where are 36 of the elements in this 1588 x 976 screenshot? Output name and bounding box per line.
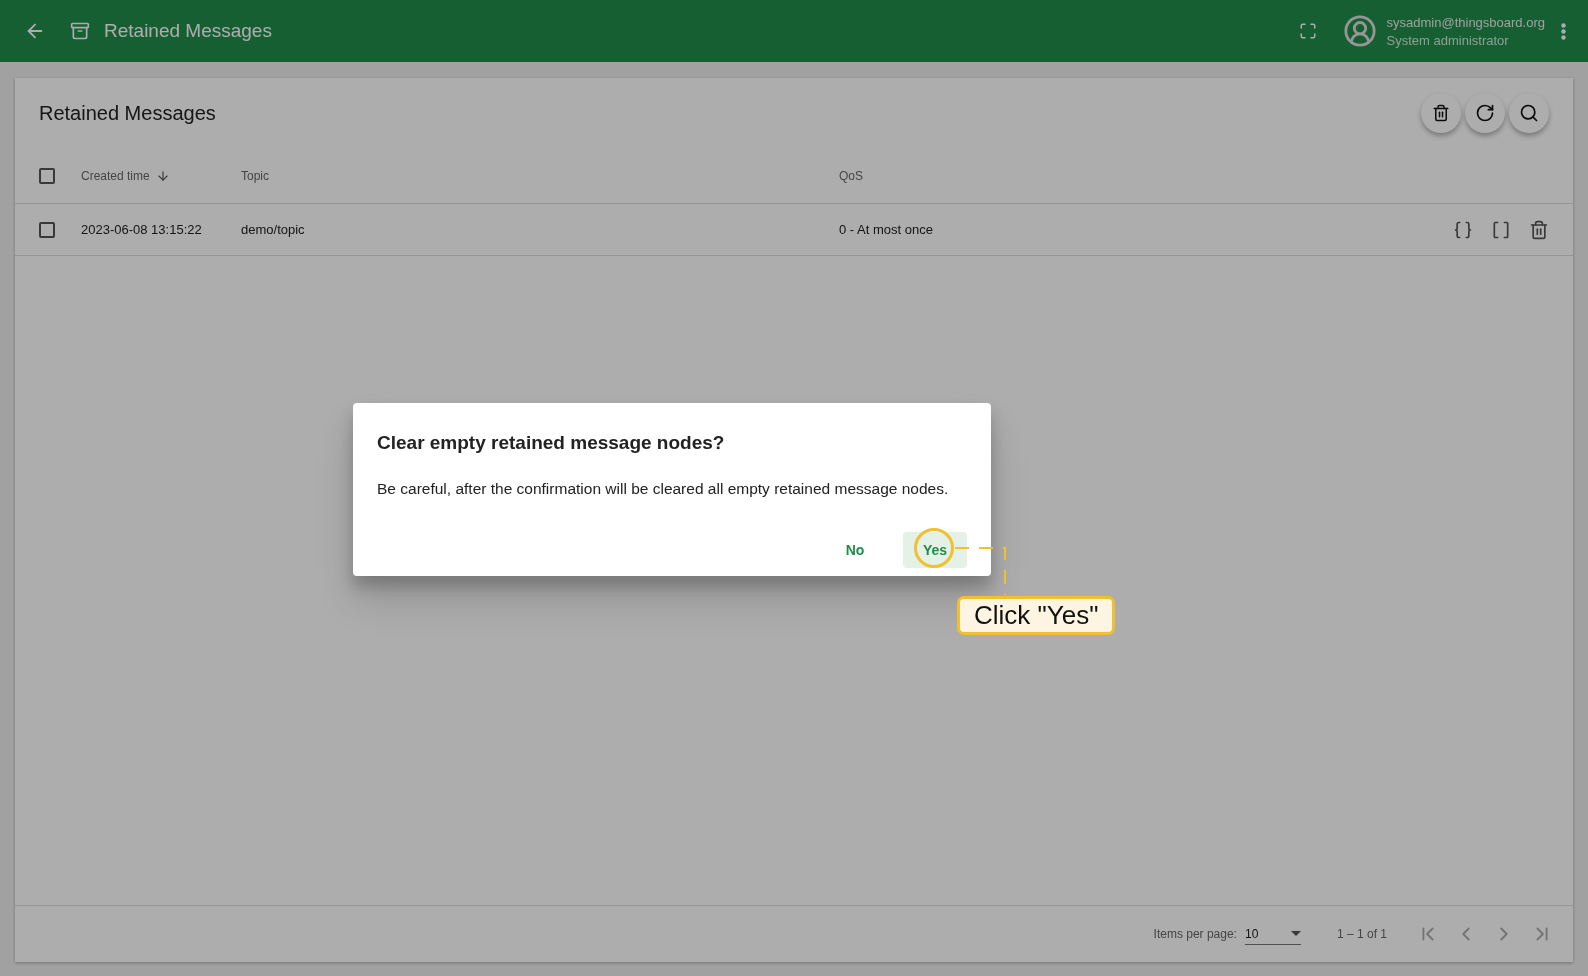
fullscreen-button[interactable] xyxy=(1298,22,1317,40)
more-menu-button[interactable] xyxy=(1561,22,1566,40)
clear-empty-button[interactable] xyxy=(1421,93,1461,133)
table-cell: demo/topic xyxy=(241,222,305,237)
search-button[interactable] xyxy=(1509,93,1549,133)
braces-button[interactable] xyxy=(1453,219,1473,240)
page-title: Retained Messages xyxy=(104,20,272,42)
refresh-icon xyxy=(1475,103,1495,123)
highlight-ring xyxy=(914,528,954,568)
items-per-page-label: Items per page: xyxy=(1153,927,1237,941)
table-cell: 2023-06-08 13:15:22 xyxy=(81,222,202,237)
column-header[interactable]: QoS xyxy=(839,168,863,183)
dialog-button[interactable]: Yes xyxy=(903,532,967,568)
user-role: System administrator xyxy=(1386,32,1510,48)
search-icon xyxy=(1519,103,1539,123)
leader-line xyxy=(955,545,1007,597)
dialog-button[interactable]: No xyxy=(823,532,887,568)
page-size-select[interactable]: 10 xyxy=(1244,923,1301,945)
user-email: sysadmin@thingsboard.org xyxy=(1386,14,1545,30)
dialog-message: Be careful, after the confirmation will be cleared all empty retained message nodes. xyxy=(377,480,950,498)
row-checkbox[interactable] xyxy=(39,221,55,238)
trash-icon xyxy=(1432,104,1450,122)
archive-icon xyxy=(70,21,90,41)
table-cell: 0 - At most once xyxy=(839,222,933,237)
dialog-title: Clear empty retained message nodes? xyxy=(377,432,726,454)
refresh-button[interactable] xyxy=(1465,93,1505,133)
page-range: 1 – 1 of 1 xyxy=(1336,927,1387,941)
callout-label: Click "Yes" xyxy=(957,596,1116,635)
column-header[interactable]: Topic xyxy=(241,168,269,183)
delete-button[interactable] xyxy=(1529,219,1549,240)
column-header[interactable]: Created time xyxy=(81,168,150,183)
card-title: Retained Messages xyxy=(39,101,216,125)
select-all-checkbox[interactable] xyxy=(39,167,55,184)
more-icon xyxy=(1561,22,1566,40)
brackets-button[interactable] xyxy=(1491,219,1511,240)
avatar-icon xyxy=(1342,14,1377,48)
